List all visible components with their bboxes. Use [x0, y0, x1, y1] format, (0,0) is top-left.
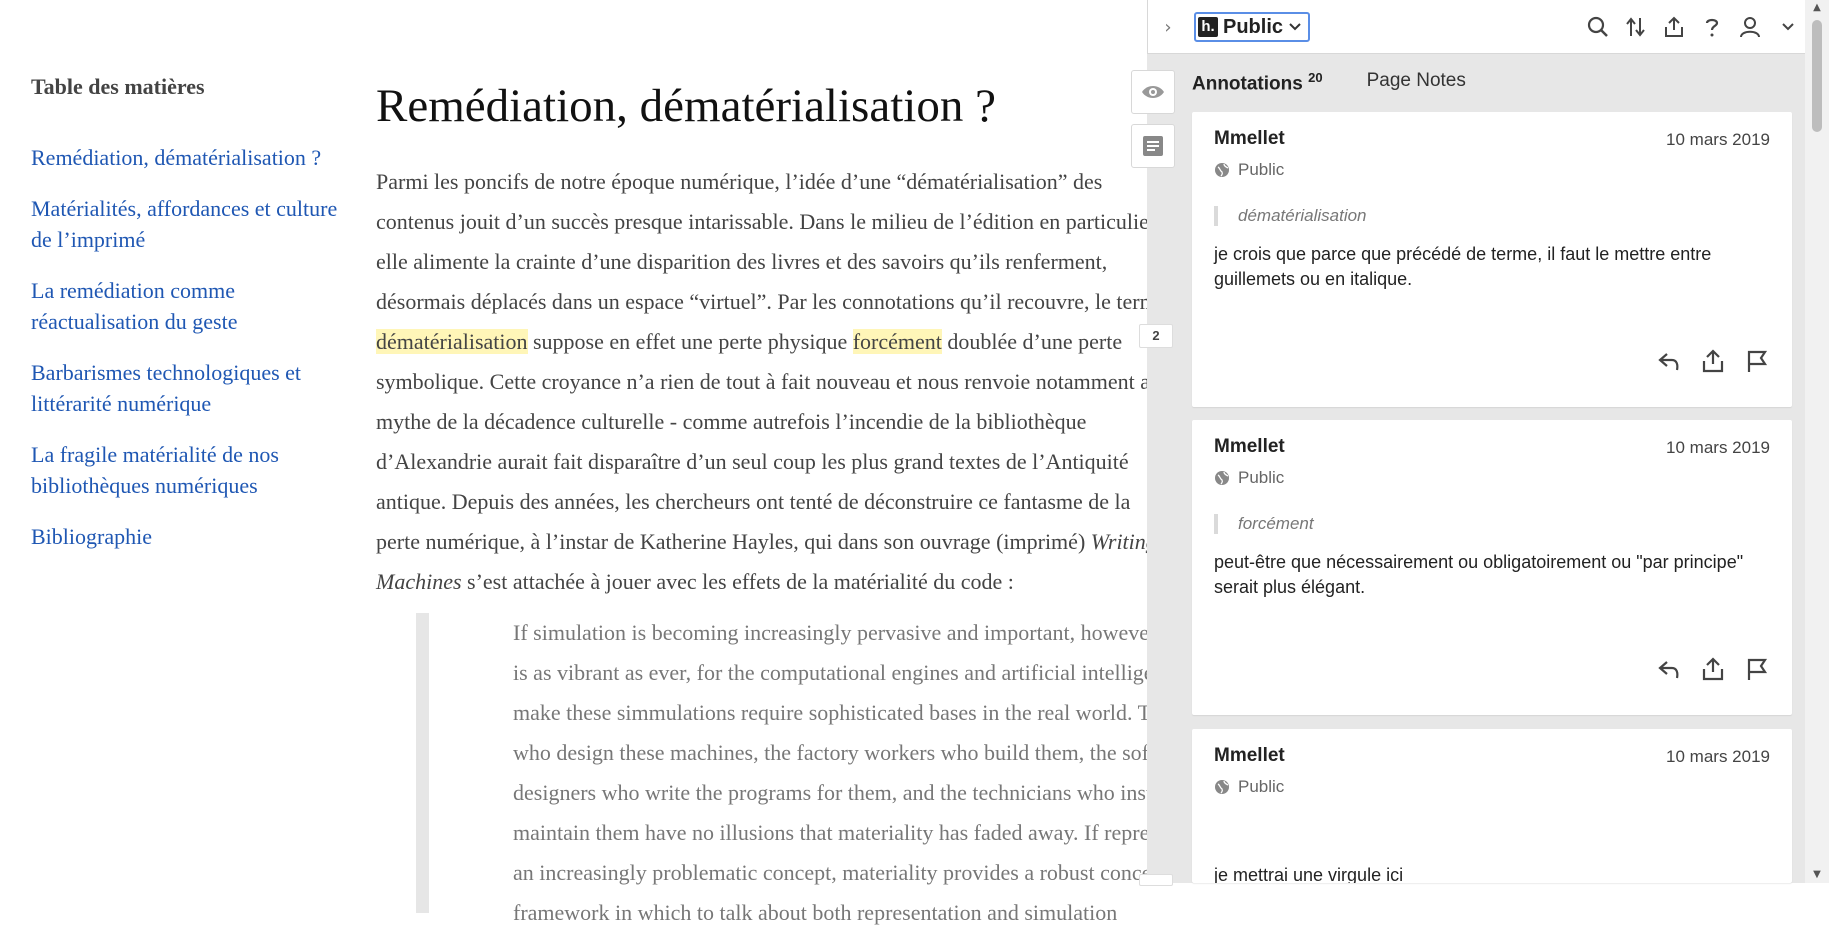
note-icon [1143, 136, 1163, 156]
toc-item: Barbarismes technologiques et littérarit… [31, 357, 361, 419]
reply-icon [1658, 661, 1679, 679]
reply-button[interactable] [1656, 348, 1682, 374]
group-selector[interactable]: h. Public [1194, 12, 1311, 42]
scroll-up-arrow[interactable]: ▲ [1805, 0, 1829, 16]
annotation-bucket[interactable]: 2 [1139, 324, 1173, 348]
annotation-actions [1656, 656, 1770, 682]
article-paragraph: Parmi les poncifs de notre époque numéri… [376, 162, 1176, 602]
blockquote: If simulation is becoming increasingly p… [416, 613, 1262, 925]
share-icon [1702, 657, 1724, 681]
annotation-author[interactable]: Mmellet [1214, 745, 1285, 767]
search-button[interactable] [1587, 16, 1609, 38]
annotation-visibility: Public [1214, 160, 1284, 180]
annotations-count: 20 [1308, 70, 1323, 85]
visibility-label: Public [1238, 160, 1285, 179]
tab-annotations-label: Annotations [1192, 73, 1303, 95]
share-icon [1665, 16, 1683, 37]
tab-page-notes[interactable]: Page Notes [1367, 70, 1466, 95]
reply-button[interactable] [1656, 656, 1682, 682]
annotation-author[interactable]: Mmellet [1214, 128, 1285, 150]
globe-icon [1215, 780, 1229, 794]
eye-icon [1142, 86, 1164, 98]
sidebar-tabs: Annotations 20 Page Notes [1192, 70, 1466, 95]
paragraph-text: suppose en effet une perte physique [527, 329, 853, 354]
flag-icon [1747, 658, 1768, 680]
scrollbar[interactable]: ▲ ▼ [1805, 0, 1829, 883]
toc-list: Remédiation, dématérialisation ? Matéria… [31, 142, 361, 552]
share-icon [1702, 349, 1724, 373]
share-button[interactable] [1663, 16, 1685, 38]
annotation-body: peut-être que nécessairement ou obligato… [1214, 552, 1744, 597]
help-button[interactable] [1701, 16, 1723, 38]
tab-annotations[interactable]: Annotations 20 [1192, 70, 1323, 95]
chevron-down-icon [1782, 23, 1794, 31]
reply-icon [1658, 353, 1679, 371]
highlight-forcement[interactable]: forcément [852, 329, 942, 354]
annotation-card[interactable]: Mmellet 10 mars 2019 Public je mettrai u… [1192, 729, 1792, 883]
annotation-body: je crois que parce que précédé de terme,… [1214, 244, 1712, 289]
table-of-contents: Table des matières Remédiation, dématéri… [31, 70, 361, 572]
group-name: Public [1223, 15, 1284, 38]
toc-link-bibliographie[interactable]: Bibliographie [31, 521, 361, 552]
annotation-bucket-bottom[interactable] [1139, 874, 1173, 886]
toc-link-geste[interactable]: La remédiation comme réactualisation du … [31, 275, 361, 337]
globe-icon [1215, 471, 1229, 485]
user-menu-chevron[interactable] [1777, 16, 1799, 38]
annotation-visibility: Public [1214, 468, 1284, 488]
sort-button[interactable] [1625, 16, 1647, 38]
toolbar-icons [1587, 0, 1799, 54]
share-annotation-button[interactable] [1700, 656, 1726, 682]
scrollbar-thumb[interactable] [1812, 20, 1822, 132]
annotation-author[interactable]: Mmellet [1214, 436, 1285, 458]
annotation-quote: forcément [1214, 514, 1314, 534]
toc-title: Table des matières [31, 74, 205, 99]
new-page-note-button[interactable] [1131, 124, 1175, 168]
chevron-right-icon: › [1164, 16, 1172, 38]
sidebar-tools [1131, 70, 1175, 178]
highlight-dematerialisation[interactable]: dématérialisation [376, 329, 528, 354]
chevron-down-icon [1289, 23, 1301, 31]
help-icon [1705, 18, 1719, 37]
annotation-card[interactable]: Mmellet 10 mars 2019 Public forcément pe… [1192, 420, 1792, 715]
paragraph-text: doublée d’une perte symbolique. Cette cr… [376, 329, 1162, 554]
user-icon [1740, 17, 1760, 38]
annotation-date[interactable]: 10 mars 2019 [1666, 747, 1770, 767]
globe-icon [1215, 163, 1229, 177]
search-icon [1587, 16, 1608, 37]
flag-button[interactable] [1744, 656, 1770, 682]
scroll-down-arrow[interactable]: ▼ [1805, 867, 1829, 883]
toc-item: La remédiation comme réactualisation du … [31, 275, 361, 337]
visibility-label: Public [1238, 777, 1285, 796]
toggle-highlights-button[interactable] [1131, 70, 1175, 114]
flag-icon [1747, 350, 1768, 372]
annotation-visibility: Public [1214, 777, 1284, 797]
annotation-quote: dématérialisation [1214, 206, 1367, 226]
collapse-sidebar-button[interactable]: › [1148, 0, 1188, 54]
article: Remédiation, dématérialisation ? Parmi l… [376, 78, 1176, 602]
sidebar-toolbar: › h. Public [1147, 0, 1829, 54]
annotation-body: je mettrai une virgule ici [1214, 865, 1404, 883]
annotation-actions [1656, 348, 1770, 374]
toc-item: Matérialités, affordances et culture de … [31, 193, 361, 255]
share-annotation-button[interactable] [1700, 348, 1726, 374]
hypothesis-logo-icon: h. [1198, 17, 1218, 37]
sort-icon [1626, 17, 1645, 37]
paragraph-text: s’est attachée à jouer avec les effets d… [461, 569, 1014, 594]
paragraph-text: Parmi les poncifs de notre époque numéri… [376, 169, 1167, 314]
tab-page-notes-label: Page Notes [1366, 70, 1466, 91]
toc-link-barbarismes[interactable]: Barbarismes technologiques et littérarit… [31, 357, 361, 419]
annotation-date[interactable]: 10 mars 2019 [1666, 130, 1770, 150]
toc-link-bibliotheques[interactable]: La fragile matérialité de nos bibliothèq… [31, 439, 361, 501]
page-title: Remédiation, dématérialisation ? [376, 80, 996, 132]
user-menu-button[interactable] [1739, 16, 1761, 38]
toc-link-materialites[interactable]: Matérialités, affordances et culture de … [31, 193, 361, 255]
toc-link-remediation[interactable]: Remédiation, dématérialisation ? [31, 142, 361, 173]
toc-item: La fragile matérialité de nos bibliothèq… [31, 439, 361, 501]
flag-button[interactable] [1744, 348, 1770, 374]
annotation-card[interactable]: Mmellet 10 mars 2019 Public dématérialis… [1192, 112, 1792, 407]
visibility-label: Public [1238, 468, 1285, 487]
annotation-date[interactable]: 10 mars 2019 [1666, 438, 1770, 458]
toc-item: Remédiation, dématérialisation ? [31, 142, 361, 173]
toc-item: Bibliographie [31, 521, 361, 552]
